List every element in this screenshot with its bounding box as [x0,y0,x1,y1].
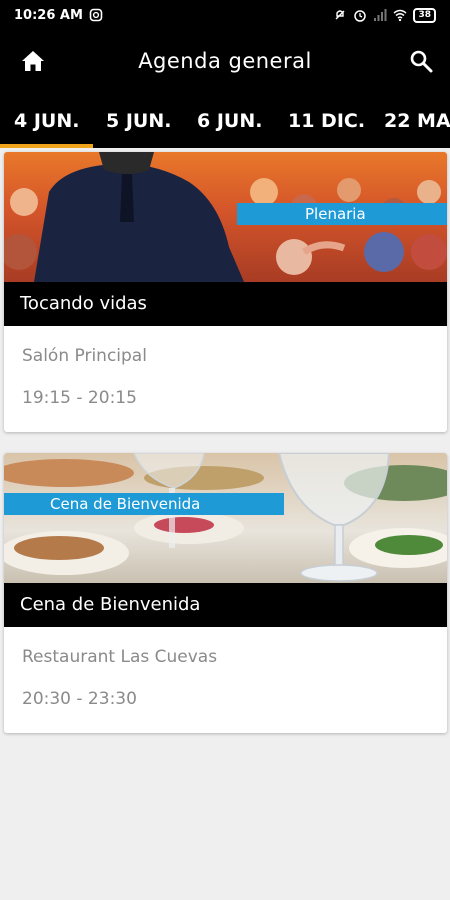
event-details: Restaurant Las Cuevas 20:30 - 23:30 [4,627,447,733]
event-details: Salón Principal 19:15 - 20:15 [4,326,447,432]
event-location: Salón Principal [22,346,147,366]
event-title: Tocando vidas [4,282,447,326]
tab-11-dic[interactable]: 11 DIC. [288,92,365,148]
session-type-tag: Plenaria [237,203,447,225]
do-not-disturb-icon [335,10,345,20]
app-bar: Agenda general [0,30,450,92]
date-tabs: 4 JUN. 5 JUN. 6 JUN. 11 DIC. 22 MAR [0,92,450,148]
notification-icon [89,8,103,22]
status-left: 10:26 AM [14,8,103,23]
event-time: 20:30 - 23:30 [22,689,137,709]
tab-22-mar[interactable]: 22 MAR [384,92,450,148]
wifi-icon [393,9,407,22]
tab-5-jun[interactable]: 5 JUN. [106,92,171,148]
search-icon[interactable] [408,48,434,74]
event-card[interactable]: Cena de Bienvenida Cena de Bienvenida Re… [4,453,447,733]
dinner-image [4,453,447,583]
status-right: 38 [333,7,436,23]
tab-4-jun[interactable]: 4 JUN. [0,92,95,148]
event-card[interactable]: Plenaria Tocando vidas Salón Principal 1… [4,152,447,432]
event-location: Restaurant Las Cuevas [22,647,218,667]
status-bar: 10:26 AM 38 [0,0,450,30]
status-time: 10:26 AM [14,7,83,23]
tab-6-jun[interactable]: 6 JUN. [197,92,262,148]
alarm-icon [354,10,367,22]
event-image: Plenaria [4,152,447,282]
page-title: Agenda general [138,49,312,73]
battery-icon: 38 [413,7,436,23]
event-time: 19:15 - 20:15 [22,388,137,408]
home-icon[interactable] [20,48,46,74]
event-image: Cena de Bienvenida [4,453,447,583]
session-type-tag: Cena de Bienvenida [4,493,284,515]
event-title: Cena de Bienvenida [4,583,447,627]
signal-icon [374,9,387,21]
